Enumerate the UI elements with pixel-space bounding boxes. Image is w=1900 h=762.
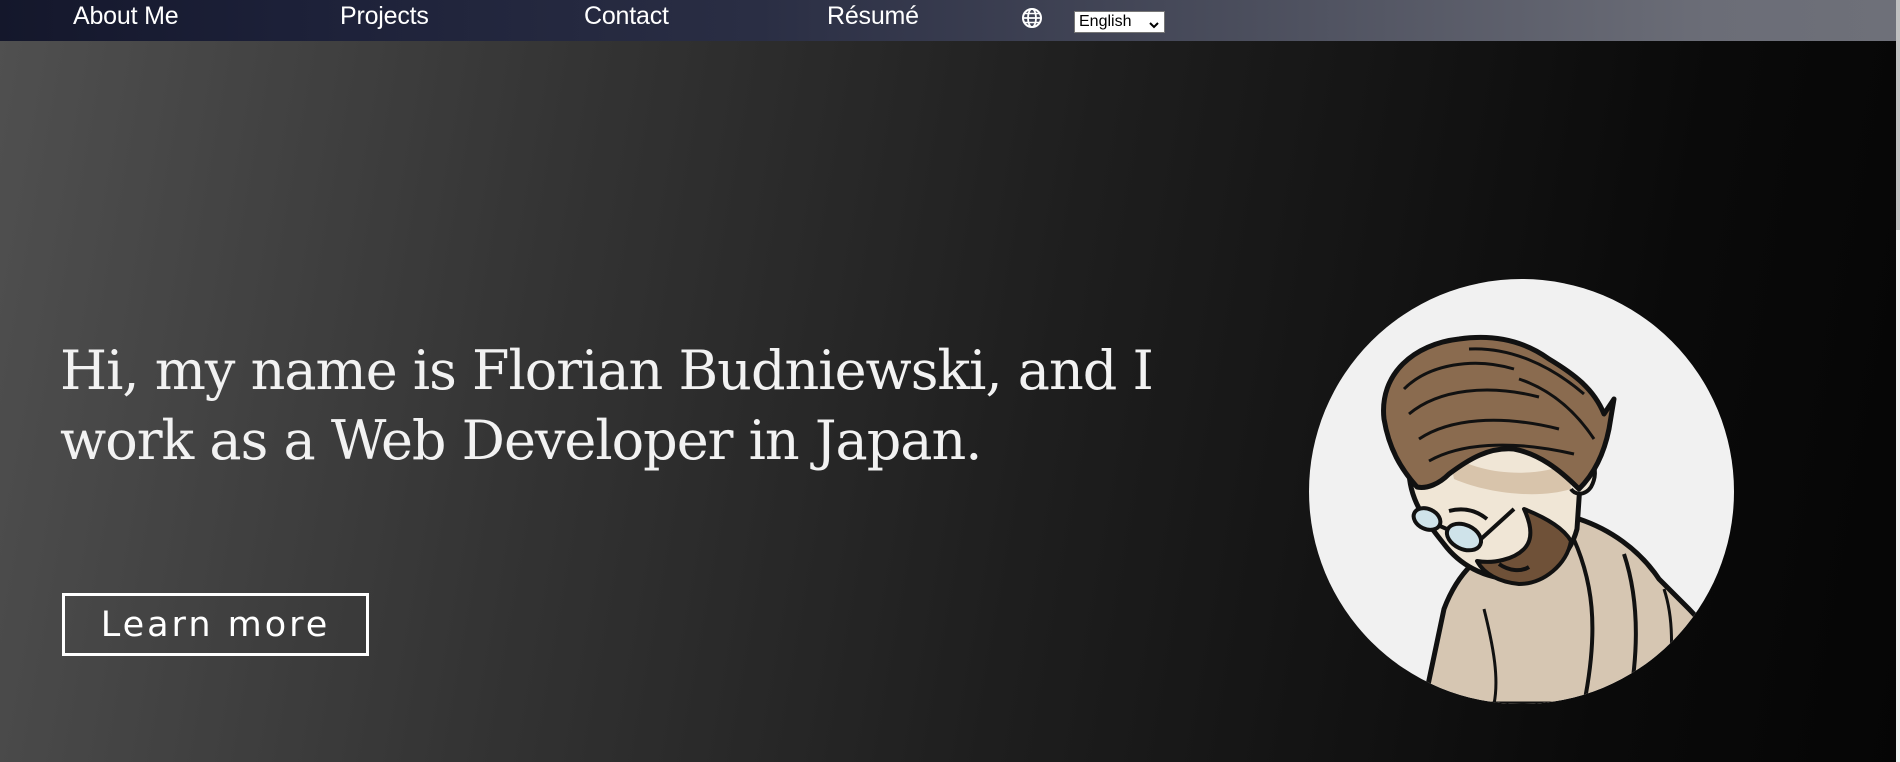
scrollbar-thumb[interactable] xyxy=(1896,0,1900,230)
top-navbar: About Me Projects Contact Résumé English xyxy=(0,0,1896,41)
page: About Me Projects Contact Résumé English xyxy=(0,0,1900,762)
avatar xyxy=(1309,279,1734,704)
nav-link-about-me[interactable]: About Me xyxy=(73,2,179,31)
chevron-down-icon xyxy=(1149,17,1159,29)
portrait-illustration xyxy=(1381,334,1724,704)
page-scrollbar[interactable] xyxy=(1896,0,1900,762)
nav-link-contact[interactable]: Contact xyxy=(584,2,669,31)
language-select[interactable]: English xyxy=(1074,11,1165,33)
nav-link-resume[interactable]: Résumé xyxy=(827,2,919,31)
hero-heading: Hi, my name is Florian Budniewski, and I… xyxy=(60,339,1154,472)
learn-more-button[interactable]: Learn more xyxy=(62,593,369,656)
language-select-value: English xyxy=(1079,13,1132,30)
globe-icon xyxy=(1021,7,1043,29)
nav-link-projects[interactable]: Projects xyxy=(340,2,429,31)
